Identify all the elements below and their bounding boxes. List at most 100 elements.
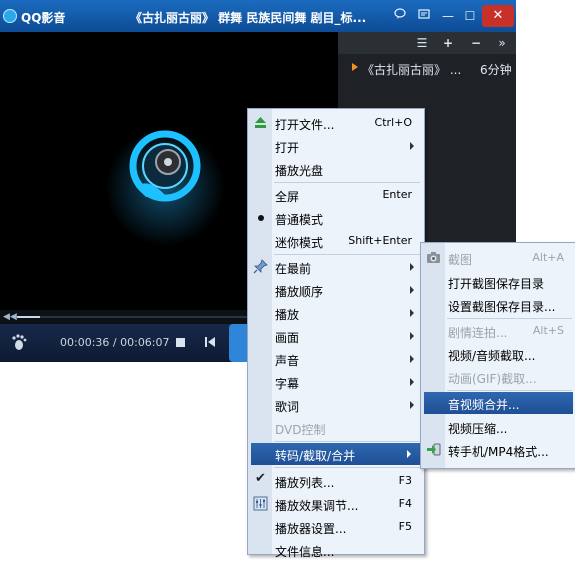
- menu-item-playlist[interactable]: ✔ 播放列表... F3: [248, 470, 424, 492]
- menu-item-subtitles[interactable]: 字幕: [248, 371, 424, 393]
- chat-bubble-icon[interactable]: [389, 5, 411, 27]
- submenu-arrow-icon: [410, 142, 414, 150]
- submenu-arrow-icon: [410, 355, 414, 363]
- rewind-icon[interactable]: ◀◀: [3, 310, 17, 324]
- title-bar[interactable]: QQ影音 《古扎丽古丽》 群舞 民族民间舞 剧目_标... — ☐ ✕: [0, 0, 516, 32]
- menu-item-label: 文件信息...: [275, 545, 335, 559]
- minimize-button[interactable]: —: [437, 5, 459, 27]
- menu-item-label: 打开: [275, 141, 300, 155]
- menu-item-label: 打开截图保存目录: [448, 277, 545, 291]
- menu-item-lyrics[interactable]: 歌词: [248, 394, 424, 416]
- submenu-item-gif-clip[interactable]: 动画(GIF)截取...: [421, 366, 575, 388]
- close-button[interactable]: ✕: [482, 5, 514, 27]
- time-display: 00:00:36 / 00:06:07: [60, 336, 170, 349]
- maximize-button[interactable]: ☐: [459, 5, 481, 27]
- menu-item-fullscreen[interactable]: 全屏 Enter: [248, 184, 424, 206]
- skin-icon[interactable]: [413, 5, 435, 27]
- menu-item-label: 动画(GIF)截取...: [448, 372, 537, 386]
- menu-item-shortcut: F5: [398, 520, 412, 533]
- menu-item-label: 播放光盘: [275, 164, 324, 178]
- submenu-arrow-icon: [410, 286, 414, 294]
- camera-icon: [427, 252, 440, 263]
- menu-item-shortcut: F3: [398, 474, 412, 487]
- menu-item-label: 迷你模式: [275, 236, 324, 250]
- menu-item-effects[interactable]: 播放效果调节... F4: [248, 493, 424, 515]
- footprint-icon[interactable]: [11, 334, 27, 352]
- menu-separator: [274, 441, 420, 442]
- menu-item-label: 打开文件...: [275, 118, 335, 132]
- eject-icon: [255, 117, 266, 128]
- menu-item-mini-mode[interactable]: 迷你模式 Shift+Enter: [248, 230, 424, 252]
- submenu-arrow-icon: [410, 401, 414, 409]
- equalizer-icon: [253, 496, 268, 511]
- submenu-arrow-icon: [407, 450, 411, 458]
- menu-item-label: 播放器设置...: [275, 522, 347, 536]
- playlist-item[interactable]: 《古扎丽古丽》 ... 6分钟: [352, 61, 517, 77]
- menu-item-picture[interactable]: 画面: [248, 325, 424, 347]
- menu-item-play-disc[interactable]: 播放光盘: [248, 158, 424, 180]
- app-name: QQ影音: [21, 11, 66, 25]
- playlist-toolbar: ☰ + − »: [338, 32, 516, 54]
- menu-item-label: DVD控制: [275, 423, 326, 437]
- submenu-item-av-clip[interactable]: 视频/音频截取...: [421, 343, 575, 365]
- menu-item-label: 视频/音频截取...: [448, 349, 536, 363]
- menu-item-label: 在最前: [275, 262, 312, 276]
- menu-item-shortcut: Shift+Enter: [348, 234, 412, 247]
- menu-item-label: 声音: [275, 354, 300, 368]
- submenu-item-av-merge[interactable]: 音视频合并...: [424, 392, 573, 414]
- menu-item-settings[interactable]: 播放器设置... F5: [248, 516, 424, 538]
- playing-arrow-icon: [352, 63, 358, 71]
- menu-item-shortcut: Enter: [382, 188, 412, 201]
- current-time: 00:00:36: [60, 336, 110, 349]
- menu-item-open[interactable]: 打开: [248, 135, 424, 157]
- menu-item-label: 字幕: [275, 377, 300, 391]
- menu-item-dvd-control[interactable]: DVD控制: [248, 417, 424, 439]
- expand-icon[interactable]: »: [493, 34, 511, 52]
- pin-icon: [253, 259, 268, 274]
- menu-item-audio[interactable]: 声音: [248, 348, 424, 370]
- menu-item-shortcut: Ctrl+O: [374, 116, 412, 129]
- menu-item-label: 截图: [448, 253, 473, 267]
- submenu-item-burst-shot[interactable]: 剧情连拍... Alt+S: [421, 320, 575, 342]
- menu-separator: [447, 318, 572, 319]
- menu-item-shortcut: Alt+A: [532, 251, 564, 264]
- menu-item-label: 剧情连拍...: [448, 326, 508, 340]
- menu-item-file-info[interactable]: 文件信息...: [248, 539, 424, 561]
- submenu-arrow-icon: [410, 309, 414, 317]
- submenu-item-video-compress[interactable]: 视频压缩...: [421, 416, 575, 438]
- menu-item-label: 音视频合并...: [448, 398, 520, 412]
- submenu-item-screenshot[interactable]: 截图 Alt+A: [421, 247, 575, 269]
- menu-item-play-order[interactable]: 播放顺序: [248, 279, 424, 301]
- menu-item-label: 视频压缩...: [448, 422, 508, 436]
- submenu-item-convert-mp4[interactable]: 转手机/MP4格式...: [421, 439, 575, 461]
- playlist-item-duration: 6分钟: [480, 63, 512, 77]
- seek-track[interactable]: [17, 316, 247, 318]
- submenu-arrow-icon: [410, 263, 414, 271]
- menu-item-label: 转码/截取/合并: [275, 449, 356, 463]
- play-button[interactable]: [229, 324, 249, 362]
- menu-item-label: 转手机/MP4格式...: [448, 445, 549, 459]
- seek-progress: [17, 316, 40, 318]
- menu-item-label: 歌词: [275, 400, 300, 414]
- menu-item-transcode[interactable]: 转码/截取/合并: [251, 443, 421, 465]
- menu-item-normal-mode[interactable]: 普通模式: [248, 207, 424, 229]
- remove-icon[interactable]: −: [467, 34, 485, 52]
- radio-bullet-icon: [258, 215, 264, 221]
- menu-item-label: 播放: [275, 308, 300, 322]
- convert-arrow-icon: [427, 443, 441, 456]
- submenu-item-open-screenshot-dir[interactable]: 打开截图保存目录: [421, 271, 575, 293]
- menu-item-label: 播放效果调节...: [275, 499, 359, 513]
- menu-item-play[interactable]: 播放: [248, 302, 424, 324]
- submenu-item-set-screenshot-dir[interactable]: 设置截图保存目录...: [421, 294, 575, 316]
- menu-item-always-on-top[interactable]: 在最前: [248, 256, 424, 278]
- submenu-arrow-icon: [410, 378, 414, 386]
- menu-item-open-file[interactable]: 打开文件... Ctrl+O: [248, 112, 424, 134]
- list-icon[interactable]: ☰: [413, 34, 431, 52]
- stop-button[interactable]: [176, 338, 185, 347]
- total-time: 00:06:07: [120, 336, 170, 349]
- menu-item-label: 全屏: [275, 190, 300, 204]
- menu-separator: [447, 390, 572, 391]
- previous-icon[interactable]: [204, 336, 216, 348]
- time-separator: /: [109, 336, 121, 349]
- add-icon[interactable]: +: [439, 34, 457, 52]
